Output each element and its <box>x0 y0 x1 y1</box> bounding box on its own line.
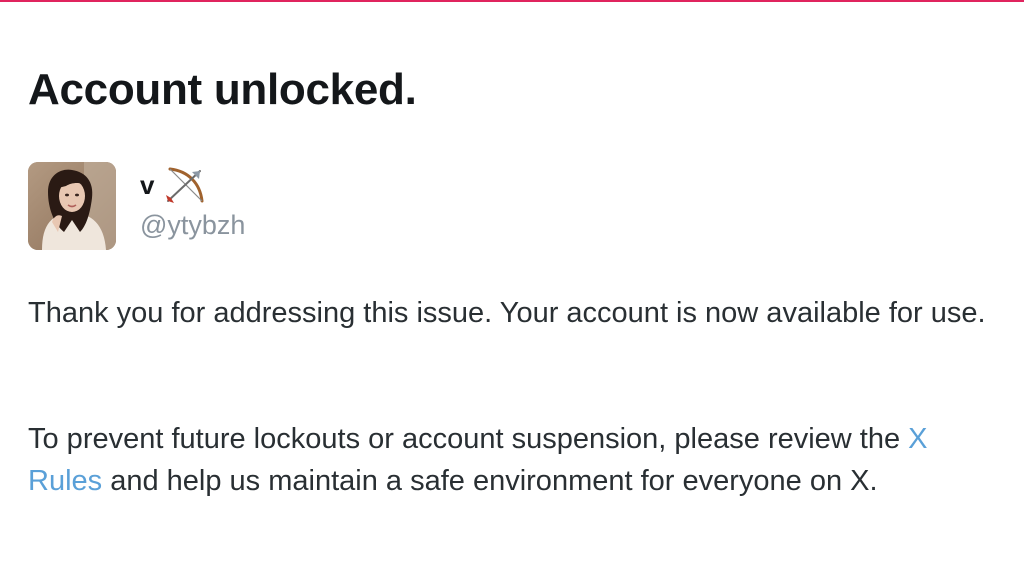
display-name[interactable]: v <box>140 170 154 200</box>
bow-and-arrow-icon <box>162 165 206 205</box>
avatar[interactable] <box>28 162 116 250</box>
avatar-photo <box>28 162 116 250</box>
page-title: Account unlocked. <box>28 65 417 114</box>
rules-reminder-text-end: and help us maintain a safe environment … <box>102 465 878 497</box>
user-handle[interactable]: @ytybzh <box>140 208 245 242</box>
rules-reminder-message: To prevent future lockouts or account su… <box>28 418 1008 502</box>
top-accent-rule <box>0 0 1024 2</box>
rules-reminder-text-start: To prevent future lockouts or account su… <box>28 423 909 455</box>
confirmation-message: Thank you for addressing this issue. You… <box>28 297 986 329</box>
profile-card[interactable]: v @ytybzh <box>28 162 245 252</box>
